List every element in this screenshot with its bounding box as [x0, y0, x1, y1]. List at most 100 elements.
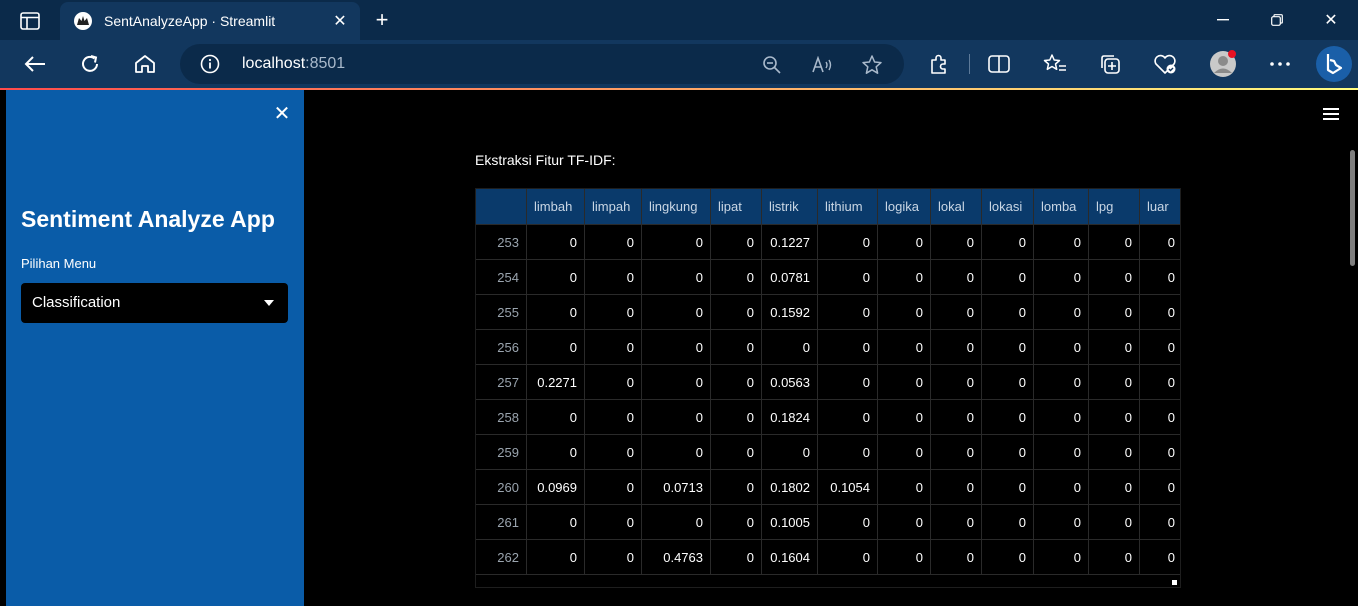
row-index[interactable]: 256: [476, 329, 527, 365]
table-cell[interactable]: 0: [1088, 329, 1140, 365]
page-scrollbar[interactable]: [1350, 150, 1355, 266]
minimize-icon[interactable]: [1196, 0, 1250, 40]
dataframe-resize-handle[interactable]: [1172, 580, 1177, 585]
table-cell[interactable]: 0: [1139, 469, 1180, 505]
row-index[interactable]: 255: [476, 294, 527, 330]
table-cell[interactable]: 0: [817, 329, 878, 365]
table-cell[interactable]: 0.2271: [526, 364, 585, 400]
table-cell[interactable]: 0: [981, 294, 1034, 330]
home-icon[interactable]: [131, 50, 159, 78]
tfidf-dataframe[interactable]: limbah limpah lingkung lipat listrik lithium l…: [475, 188, 1181, 588]
table-cell[interactable]: 0: [877, 399, 931, 435]
site-info-icon[interactable]: [200, 54, 220, 74]
table-cell[interactable]: 0: [584, 434, 642, 470]
read-aloud-icon[interactable]: [812, 54, 834, 76]
table-cell[interactable]: 0: [526, 434, 585, 470]
column-header[interactable]: lokal: [930, 189, 982, 225]
bing-copilot-icon[interactable]: [1316, 46, 1352, 82]
table-cell[interactable]: 0: [930, 364, 982, 400]
table-cell[interactable]: 0: [1088, 434, 1140, 470]
table-cell[interactable]: 0: [1139, 364, 1180, 400]
column-header[interactable]: limbah: [526, 189, 585, 225]
table-cell[interactable]: 0: [877, 329, 931, 365]
table-cell[interactable]: 0: [710, 224, 762, 260]
extensions-icon[interactable]: [925, 50, 953, 78]
table-cell[interactable]: 0: [817, 364, 878, 400]
table-cell[interactable]: 0: [1088, 224, 1140, 260]
refresh-icon[interactable]: [76, 50, 104, 78]
table-cell[interactable]: 0: [1088, 294, 1140, 330]
back-icon[interactable]: [21, 50, 49, 78]
column-header[interactable]: luar: [1139, 189, 1180, 225]
table-cell[interactable]: 0: [877, 294, 931, 330]
table-cell[interactable]: 0: [981, 329, 1034, 365]
table-cell[interactable]: 0: [710, 329, 762, 365]
collections-icon[interactable]: [1096, 50, 1124, 78]
table-cell[interactable]: 0: [1088, 399, 1140, 435]
favorite-star-icon[interactable]: [861, 54, 883, 76]
table-cell[interactable]: 0: [817, 434, 878, 470]
column-header[interactable]: lipat: [710, 189, 762, 225]
table-cell[interactable]: 0: [877, 539, 931, 575]
browser-tab[interactable]: SentAnalyzeApp · Streamlit ✕: [60, 2, 360, 40]
close-sidebar-icon[interactable]: ✕: [272, 104, 292, 124]
table-cell[interactable]: 0: [526, 399, 585, 435]
table-cell[interactable]: 0.1824: [761, 399, 818, 435]
table-cell[interactable]: 0: [1033, 364, 1089, 400]
table-cell[interactable]: 0: [930, 399, 982, 435]
table-cell[interactable]: 0: [526, 504, 585, 540]
table-cell[interactable]: 0.0563: [761, 364, 818, 400]
table-cell[interactable]: 0: [1088, 469, 1140, 505]
column-header[interactable]: limpah: [584, 189, 642, 225]
table-cell[interactable]: 0: [877, 469, 931, 505]
table-cell[interactable]: 0: [877, 224, 931, 260]
table-cell[interactable]: 0.1604: [761, 539, 818, 575]
table-cell[interactable]: 0: [877, 259, 931, 295]
table-cell[interactable]: 0: [584, 259, 642, 295]
table-cell[interactable]: 0: [930, 294, 982, 330]
table-cell[interactable]: 0: [710, 399, 762, 435]
menu-select[interactable]: Classification: [21, 283, 288, 323]
row-index[interactable]: 254: [476, 259, 527, 295]
table-cell[interactable]: 0: [1139, 539, 1180, 575]
table-cell[interactable]: 0: [1033, 259, 1089, 295]
table-cell[interactable]: 0: [1088, 259, 1140, 295]
table-cell[interactable]: 0: [817, 259, 878, 295]
new-tab-icon[interactable]: +: [368, 6, 396, 34]
table-cell[interactable]: 0: [761, 329, 818, 365]
table-cell[interactable]: 0: [981, 504, 1034, 540]
table-cell[interactable]: 0: [1033, 399, 1089, 435]
table-cell[interactable]: 0: [817, 224, 878, 260]
row-index[interactable]: 259: [476, 434, 527, 470]
table-cell[interactable]: 0: [710, 294, 762, 330]
row-index[interactable]: 253: [476, 224, 527, 260]
table-cell[interactable]: 0: [1088, 539, 1140, 575]
table-cell[interactable]: 0: [877, 434, 931, 470]
table-cell[interactable]: 0: [584, 469, 642, 505]
table-cell[interactable]: 0.0713: [641, 469, 711, 505]
more-options-icon[interactable]: [1266, 50, 1294, 78]
table-cell[interactable]: 0: [817, 504, 878, 540]
restore-icon[interactable]: [1250, 0, 1304, 40]
table-cell[interactable]: 0: [641, 329, 711, 365]
split-screen-icon[interactable]: [985, 50, 1013, 78]
table-cell[interactable]: 0: [1139, 259, 1180, 295]
table-cell[interactable]: 0.1802: [761, 469, 818, 505]
table-cell[interactable]: 0: [584, 224, 642, 260]
table-cell[interactable]: 0: [877, 504, 931, 540]
main-menu-icon[interactable]: [1323, 108, 1339, 120]
table-cell[interactable]: 0: [526, 539, 585, 575]
close-window-icon[interactable]: ✕: [1304, 0, 1358, 40]
table-cell[interactable]: 0: [710, 259, 762, 295]
table-cell[interactable]: 0: [641, 504, 711, 540]
table-cell[interactable]: 0.0781: [761, 259, 818, 295]
table-cell[interactable]: 0: [584, 294, 642, 330]
row-index[interactable]: 262: [476, 539, 527, 575]
table-cell[interactable]: 0: [641, 399, 711, 435]
table-cell[interactable]: 0: [526, 259, 585, 295]
table-cell[interactable]: 0: [877, 364, 931, 400]
table-cell[interactable]: 0: [1139, 434, 1180, 470]
table-cell[interactable]: 0: [710, 364, 762, 400]
table-cell[interactable]: 0: [584, 329, 642, 365]
table-cell[interactable]: 0: [930, 539, 982, 575]
